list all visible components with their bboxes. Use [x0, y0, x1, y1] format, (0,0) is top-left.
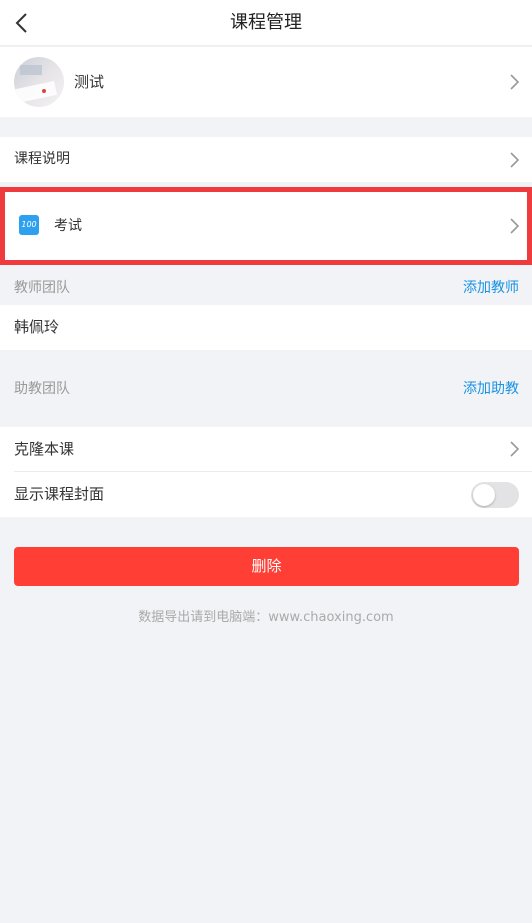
page-title: 课程管理	[230, 12, 302, 33]
assistant-team-header: 助教团队 添加助教	[0, 372, 532, 406]
show-cover-label: 显示课程封面	[14, 485, 105, 503]
course-cover-image	[14, 57, 64, 107]
assistant-team-title: 助教团队	[14, 381, 70, 397]
course-name: 测试	[74, 73, 105, 91]
toggle-knob	[473, 484, 495, 506]
teacher-list-item[interactable]: 韩佩玲	[0, 305, 532, 350]
course-description-row[interactable]: 课程说明	[0, 137, 532, 182]
footer-note: 数据导出请到电脑端：www.chaoxing.com	[138, 610, 394, 625]
top-bar: 课程管理	[0, 0, 532, 46]
add-assistant-button[interactable]: 添加助教	[463, 372, 519, 406]
clone-course-row[interactable]: 克隆本课	[0, 427, 532, 472]
teacher-team-title: 教师团队	[14, 280, 70, 296]
clone-course-label: 克隆本课	[14, 440, 75, 458]
show-cover-row: 显示课程封面	[0, 472, 532, 517]
teacher-team-header: 教师团队 添加教师	[0, 271, 532, 305]
add-teacher-button[interactable]: 添加教师	[463, 271, 519, 305]
course-row[interactable]: 测试	[0, 47, 532, 117]
chevron-right-icon	[510, 441, 520, 457]
teacher-name: 韩佩玲	[14, 318, 60, 336]
delete-button[interactable]: 删除	[14, 547, 519, 586]
course-description-label: 课程说明	[14, 151, 70, 167]
show-cover-toggle[interactable]	[471, 482, 519, 508]
chevron-right-icon	[510, 74, 520, 90]
chevron-right-icon	[510, 152, 520, 168]
highlight-box	[0, 187, 532, 265]
